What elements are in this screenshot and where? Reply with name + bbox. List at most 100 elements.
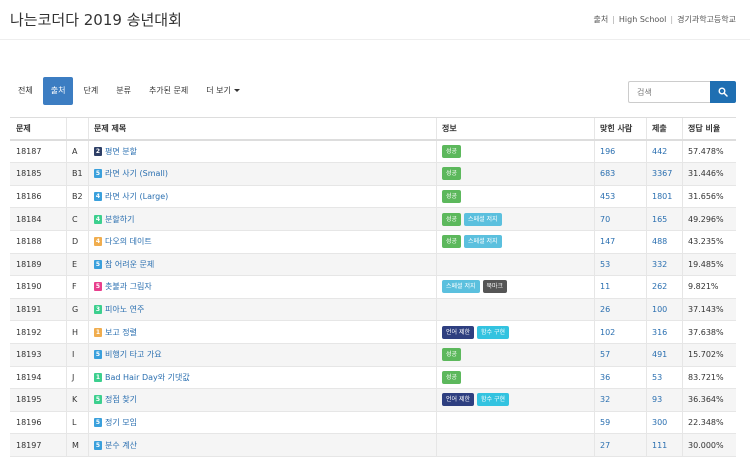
column-divider [88, 411, 89, 434]
column-divider [646, 321, 647, 343]
tab-more-dropdown[interactable]: 더 보기 [198, 77, 248, 105]
problem-title-link[interactable]: 정점 찾기 [105, 394, 137, 405]
column-header-solved[interactable]: 맞힌 사람 [600, 118, 632, 139]
submission-count-link[interactable]: 488 [652, 231, 667, 253]
solved-count-link[interactable]: 453 [600, 186, 615, 208]
column-divider [594, 411, 595, 434]
problem-title-link[interactable]: 촛불과 그림자 [105, 281, 152, 292]
problem-title-link[interactable]: 정기 모임 [105, 417, 137, 428]
solved-count-link[interactable]: 53 [600, 254, 610, 276]
solved-count-link[interactable]: 57 [600, 344, 610, 366]
problem-letter: I [72, 350, 75, 360]
tier-icon: 4 [94, 237, 102, 247]
submission-count-link[interactable]: 165 [652, 208, 667, 230]
problem-title-cell: 3 피아노 연주 [94, 299, 144, 321]
column-header-submissions[interactable]: 제출 [652, 118, 667, 139]
solved-count-link[interactable]: 70 [600, 208, 610, 230]
submission-count-link[interactable]: 111 [652, 434, 667, 456]
column-divider [66, 276, 67, 298]
problem-title-link[interactable]: 다오의 데이트 [105, 236, 152, 247]
problem-title-link[interactable]: 라면 사기 (Small) [105, 168, 168, 179]
problem-title-link[interactable]: 분할하기 [105, 214, 134, 225]
column-divider [66, 343, 67, 366]
problem-title-link[interactable]: 보고 정렬 [105, 327, 137, 338]
tier-icon: 5 [94, 440, 102, 450]
column-divider [436, 389, 437, 411]
column-divider [436, 321, 437, 343]
submission-count-link[interactable]: 3367 [652, 163, 672, 185]
tab-source[interactable]: 출처 [42, 77, 74, 105]
tier-icon: 1 [94, 372, 102, 382]
info-badge: 언어 제한 [442, 325, 474, 339]
submission-count-link[interactable]: 332 [652, 254, 667, 276]
solved-count-link[interactable]: 11 [600, 276, 610, 298]
search-form [628, 81, 736, 103]
breadcrumb-high-school[interactable]: High School [619, 15, 667, 24]
tab-level[interactable]: 단계 [75, 77, 106, 105]
problem-letter: B2 [72, 192, 83, 202]
problem-title-cell: 5 라면 사기 (Small) [94, 163, 168, 185]
problem-info: 성공 [442, 344, 464, 366]
problem-title-link[interactable]: Bad Hair Day와 기댓값 [105, 372, 190, 383]
tab-all[interactable]: 전체 [10, 77, 41, 105]
column-header-title[interactable]: 문제 제목 [94, 118, 126, 139]
accept-rate: 31.656% [688, 192, 724, 202]
column-divider [88, 253, 89, 276]
column-divider [66, 389, 67, 411]
problem-title-link[interactable]: 참 어려운 문제 [105, 259, 154, 270]
accept-rate: 22.348% [688, 418, 724, 428]
submission-count-link[interactable]: 442 [652, 141, 667, 163]
search-input[interactable] [628, 81, 710, 103]
search-button[interactable] [710, 81, 736, 103]
solved-count-link[interactable]: 147 [600, 231, 615, 253]
breadcrumb-school[interactable]: 경기과학고등학교 [677, 15, 736, 24]
submission-count-link[interactable]: 1801 [652, 186, 672, 208]
column-divider [66, 185, 67, 208]
column-divider [594, 434, 595, 456]
submission-count-link[interactable]: 300 [652, 412, 667, 434]
column-divider [594, 140, 595, 163]
info-badge: 성공 [442, 348, 462, 362]
problem-title-link[interactable]: 라면 사기 (Large) [105, 191, 168, 202]
problem-id: 18191 [16, 305, 42, 315]
table-row: 18184 C 4 분할하기 성공 스페셜 저지 70 165 49.296% [10, 208, 736, 231]
column-header-id[interactable]: 문제 [16, 118, 31, 139]
problem-title-link[interactable]: 평면 분할 [105, 146, 137, 157]
solved-count-link[interactable]: 102 [600, 321, 615, 343]
solved-count-link[interactable]: 36 [600, 367, 610, 389]
problem-title-cell: 4 라면 사기 (Large) [94, 186, 168, 208]
submission-count-link[interactable]: 262 [652, 276, 667, 298]
solved-count-link[interactable]: 683 [600, 163, 615, 185]
submission-count-link[interactable]: 53 [652, 367, 662, 389]
column-divider [66, 230, 67, 253]
tab-added-problems[interactable]: 추가된 문제 [141, 77, 196, 105]
tier-icon: 5 [94, 350, 102, 360]
column-divider [436, 276, 437, 298]
table-row: 18189 E 5 참 어려운 문제 53 332 19.485% [10, 253, 736, 277]
breadcrumb-source[interactable]: 출처 [593, 15, 608, 24]
column-header-rate[interactable]: 정답 비율 [688, 118, 720, 139]
accept-rate: 49.296% [688, 214, 724, 224]
column-divider [88, 208, 89, 230]
submission-count-link[interactable]: 93 [652, 389, 662, 411]
solved-count-link[interactable]: 32 [600, 389, 610, 411]
submission-count-link[interactable]: 316 [652, 321, 667, 343]
tab-category[interactable]: 분류 [108, 77, 139, 105]
solved-count-link[interactable]: 26 [600, 299, 610, 321]
column-divider [594, 366, 595, 389]
submission-count-link[interactable]: 491 [652, 344, 667, 366]
column-divider [682, 298, 683, 321]
submission-count-link[interactable]: 100 [652, 299, 667, 321]
column-divider [436, 434, 437, 456]
solved-count-link[interactable]: 196 [600, 141, 615, 163]
problem-title-link[interactable]: 비행기 타고 가요 [105, 349, 162, 360]
problem-id: 18190 [16, 282, 42, 292]
accept-rate: 31.446% [688, 169, 724, 179]
solved-count-link[interactable]: 59 [600, 412, 610, 434]
solved-count-link[interactable]: 27 [600, 434, 610, 456]
table-row: 18193 I 5 비행기 타고 가요 성공 57 491 15.702% [10, 343, 736, 367]
problem-title-link[interactable]: 피아노 연주 [105, 304, 144, 315]
problem-letter: L [72, 418, 77, 428]
header: 나는코더다 2019 송년대회 출처 | High School | 경기과학고등학교 [0, 0, 750, 40]
problem-title-link[interactable]: 분수 계산 [105, 440, 137, 451]
